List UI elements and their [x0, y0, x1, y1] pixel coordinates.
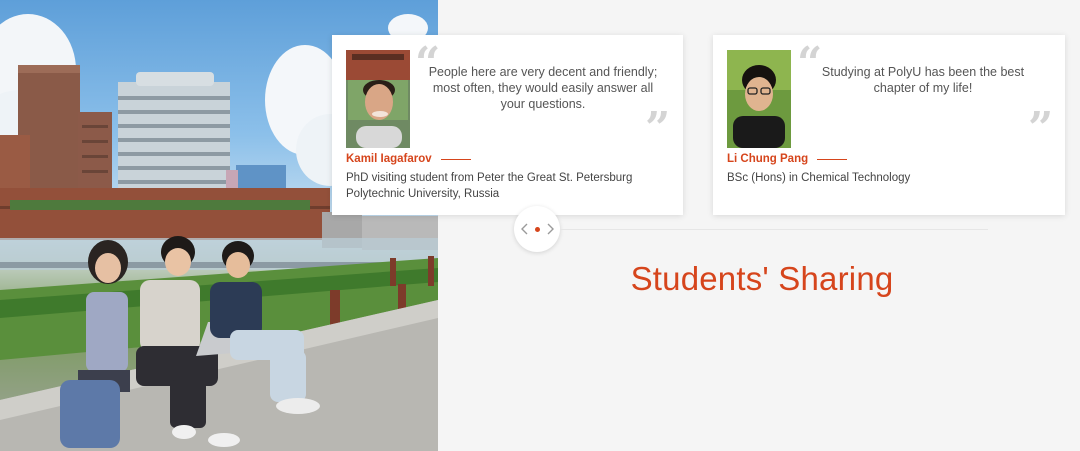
student-portrait-photo: [346, 50, 410, 148]
student-avatar: [727, 50, 791, 148]
section-title: Students' Sharing: [630, 260, 894, 297]
name-underline: [440, 158, 471, 160]
student-name: Li Chung Pang: [727, 153, 809, 165]
student-name: Kamil Iagafarov: [346, 153, 432, 165]
dot-indicator-icon: [534, 226, 540, 232]
close-quote-icon: ”: [1028, 103, 1054, 154]
testimonial-quote: Studying at PolyU has been the best chap…: [821, 65, 1025, 95]
student-portrait-photo: [727, 50, 791, 148]
testimonial-card: “ People here are very decent and friend…: [332, 35, 683, 215]
student-name-row: Kamil Iagafarov: [346, 153, 471, 165]
testimonial-slider-nav: [514, 206, 560, 252]
chevron-left-icon[interactable]: [519, 222, 531, 236]
testimonial-quote: People here are very decent and friendly…: [428, 65, 658, 111]
student-name-row: Li Chung Pang: [727, 153, 848, 165]
chevron-right-icon[interactable]: [544, 222, 556, 236]
section-divider: [560, 229, 988, 230]
close-quote-icon: ”: [645, 103, 671, 154]
student-avatar: [346, 50, 410, 148]
testimonial-card: “ Studying at PolyU has been the best ch…: [713, 35, 1065, 215]
name-underline: [817, 158, 848, 160]
student-programme: PhD visiting student from Peter the Grea…: [346, 172, 633, 200]
student-programme: BSc (Hons) in Chemical Technology: [727, 172, 911, 184]
